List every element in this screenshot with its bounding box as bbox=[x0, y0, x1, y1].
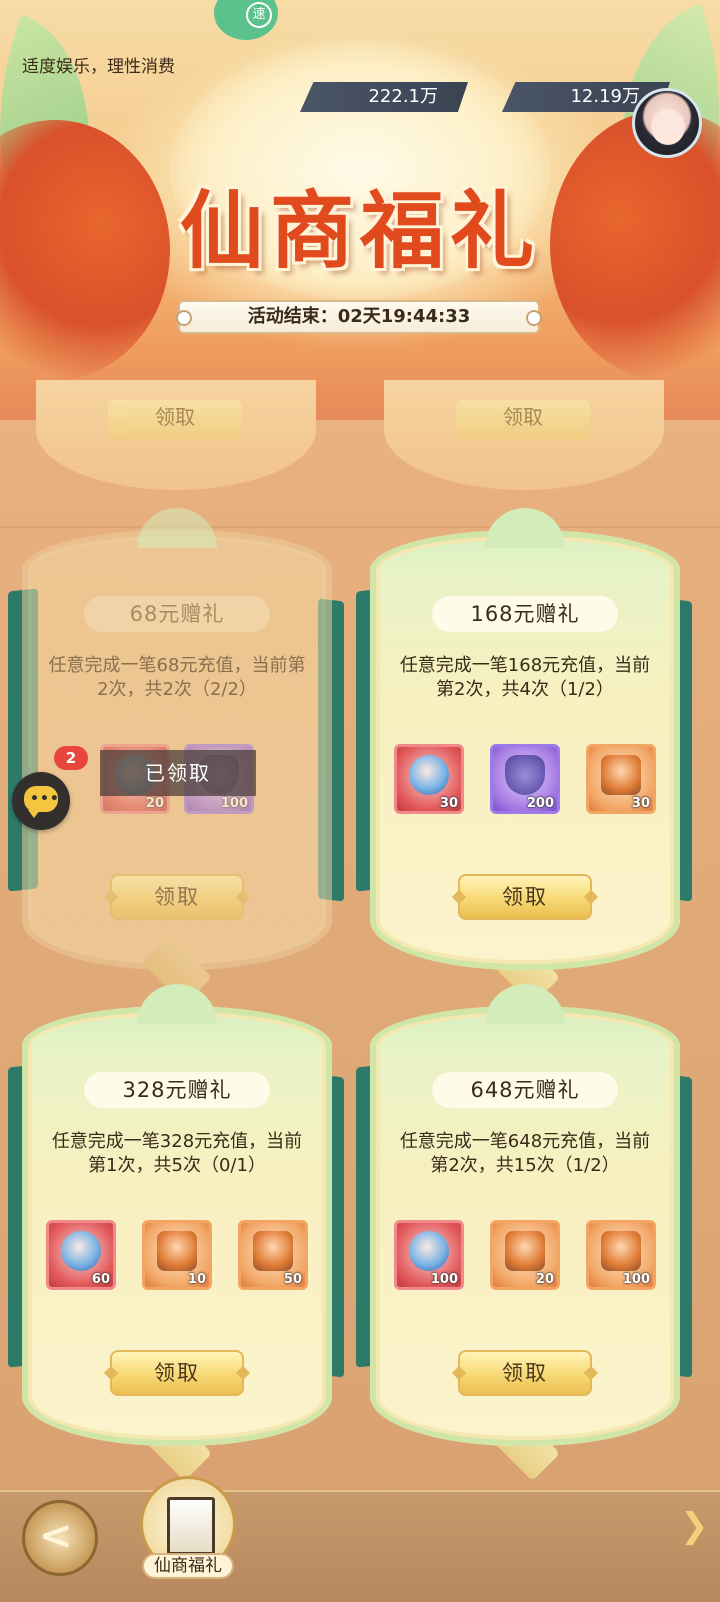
speed-badge[interactable]: 速 bbox=[214, 0, 278, 40]
reward-scroll-card[interactable]: 30 bbox=[586, 744, 656, 814]
card-title: 168元赠礼 bbox=[432, 596, 618, 632]
card-title: 648元赠礼 bbox=[432, 1072, 618, 1108]
scroll-token-icon bbox=[601, 1231, 641, 1271]
event-header: 速 适度娱乐，理性消费 222.1万 12.19万 仙商福礼 活动结束：02天1… bbox=[0, 0, 720, 420]
claim-button[interactable]: 领取 bbox=[108, 400, 242, 440]
card-description: 任意完成一笔68元充值，当前第2次，共2次（2/2） bbox=[48, 655, 306, 700]
scroll-painting-icon bbox=[167, 1497, 215, 1555]
player-avatar[interactable] bbox=[632, 88, 702, 158]
chat-button[interactable]: ••• bbox=[12, 772, 70, 830]
gift-card-328: 328元赠礼 任意完成一笔328元充值，当前第1次，共5次（0/1） 60 10… bbox=[8, 984, 344, 1446]
bottom-bar bbox=[0, 1490, 720, 1602]
chevron-right-icon[interactable]: ❯ bbox=[680, 1506, 709, 1546]
reward-hero-card[interactable]: 30 bbox=[394, 744, 464, 814]
reward-qty: 50 bbox=[283, 1272, 302, 1287]
gift-card-168: 168元赠礼 任意完成一笔168元充值，当前第2次，共4次（1/2） 30 20… bbox=[356, 508, 692, 970]
claim-button[interactable]: 领取 bbox=[110, 1350, 244, 1396]
chat-dots-icon: ••• bbox=[30, 791, 60, 807]
gold-chest-icon bbox=[157, 1231, 197, 1271]
avatar-face bbox=[651, 109, 685, 145]
reward-qty: 100 bbox=[220, 796, 248, 811]
claim-button[interactable]: 领取 bbox=[458, 874, 592, 920]
section-divider bbox=[0, 526, 720, 528]
card-title: 68元赠礼 bbox=[84, 596, 270, 632]
reward-hero-card[interactable]: 100 bbox=[394, 1220, 464, 1290]
reward-chest-card[interactable]: 10 bbox=[142, 1220, 212, 1290]
reward-qty: 20 bbox=[145, 796, 164, 811]
event-timer: 活动结束：02天19:44:33 bbox=[176, 300, 542, 334]
speed-label: 速 bbox=[246, 2, 272, 28]
card-description: 任意完成一笔328元充值，当前第1次，共5次（0/1） bbox=[51, 1131, 303, 1176]
hero-portrait-icon bbox=[409, 1231, 449, 1271]
reward-qty: 100 bbox=[430, 1272, 458, 1287]
reward-items: 30 200 30 bbox=[394, 744, 656, 818]
hero-portrait-icon bbox=[409, 755, 449, 795]
reward-qty: 100 bbox=[622, 1272, 650, 1287]
claim-button[interactable]: 领取 bbox=[458, 1350, 592, 1396]
reward-scroll-card[interactable]: 50 bbox=[238, 1220, 308, 1290]
card-top-ornament bbox=[137, 984, 217, 1024]
reward-qty: 30 bbox=[439, 796, 458, 811]
scroll-token-icon bbox=[601, 755, 641, 795]
card-title: 328元赠礼 bbox=[84, 1072, 270, 1108]
card-top-ornament bbox=[137, 508, 217, 548]
reward-treasure-card[interactable]: 200 bbox=[490, 744, 560, 814]
reward-qty: 30 bbox=[631, 796, 650, 811]
reward-items: 100 20 100 bbox=[394, 1220, 656, 1294]
claimed-label: 已领取 bbox=[100, 750, 256, 796]
chat-unread-badge: 2 bbox=[54, 746, 88, 770]
reward-qty: 200 bbox=[526, 796, 554, 811]
hero-portrait-icon bbox=[61, 1231, 101, 1271]
jade-currency-value[interactable]: 222.1万 bbox=[300, 82, 468, 112]
partial-card-right: 领取 bbox=[374, 380, 674, 500]
card-description: 任意完成一笔648元充值，当前第2次，共15次（1/2） bbox=[399, 1131, 651, 1176]
reward-qty: 20 bbox=[535, 1272, 554, 1287]
scroll-token-icon bbox=[253, 1231, 293, 1271]
claim-button[interactable]: 领取 bbox=[456, 400, 590, 440]
event-title: 仙商福礼 bbox=[179, 181, 540, 280]
gold-chest-icon bbox=[505, 1231, 545, 1271]
claim-button[interactable]: 领取 bbox=[110, 874, 244, 920]
reward-items: 60 10 50 bbox=[46, 1220, 308, 1294]
reward-qty: 60 bbox=[91, 1272, 110, 1287]
back-button[interactable]: < bbox=[22, 1500, 98, 1576]
tab-gift-event-label: 仙商福礼 bbox=[142, 1553, 234, 1579]
card-top-ornament bbox=[485, 508, 565, 548]
partial-card-left: 领取 bbox=[26, 380, 326, 500]
reward-scroll-card[interactable]: 100 bbox=[586, 1220, 656, 1290]
reward-hero-card[interactable]: 60 bbox=[46, 1220, 116, 1290]
back-arrow-icon: < bbox=[39, 1513, 73, 1559]
reward-qty: 10 bbox=[187, 1272, 206, 1287]
gift-card-648: 648元赠礼 任意完成一笔648元充值，当前第2次，共15次（1/2） 100 … bbox=[356, 984, 692, 1446]
health-notice: 适度娱乐，理性消费 bbox=[22, 57, 175, 77]
card-description: 任意完成一笔168元充值，当前第2次，共4次（1/2） bbox=[399, 655, 651, 700]
card-top-ornament bbox=[485, 984, 565, 1024]
treasure-icon bbox=[505, 755, 545, 795]
reward-chest-card[interactable]: 20 bbox=[490, 1220, 560, 1290]
